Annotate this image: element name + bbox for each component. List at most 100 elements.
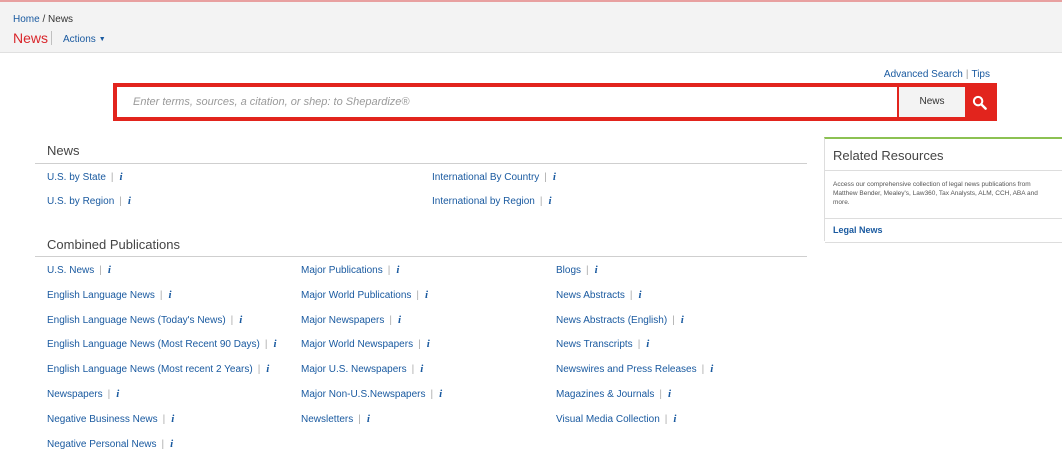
info-icon[interactable]: i — [108, 264, 111, 276]
link-label[interactable]: U.S. by State — [47, 172, 106, 183]
breadcrumb-separator: / — [42, 14, 46, 25]
link-label[interactable]: Major Newspapers — [301, 315, 384, 326]
info-icon[interactable]: i — [710, 363, 713, 375]
panel-divider — [825, 242, 1062, 243]
link-label[interactable]: News Abstracts (English) — [556, 315, 667, 326]
info-icon[interactable]: i — [396, 264, 399, 276]
combined-publications-title: Combined Publications — [47, 237, 180, 252]
link-label[interactable]: Major World Publications — [301, 290, 411, 301]
info-icon[interactable]: i — [239, 314, 242, 326]
link-label[interactable]: English Language News (Most Recent 90 Da… — [47, 339, 260, 350]
search-source-selector[interactable]: News — [899, 87, 965, 117]
link-label[interactable]: U.S. News — [47, 265, 94, 276]
tips-link[interactable]: Tips — [971, 69, 990, 80]
actions-menu-button[interactable]: Actions ▼ — [63, 34, 106, 45]
combined-link-item: Major Publications | i — [301, 264, 400, 276]
combined-link-item: Major World Publications | i — [301, 289, 429, 301]
news-section-divider — [35, 163, 807, 164]
combined-link-item: U.S. News | i — [47, 264, 111, 276]
news-link-international-by-country: International By Country | i — [432, 171, 556, 183]
link-label[interactable]: Visual Media Collection — [556, 414, 660, 425]
info-icon[interactable]: i — [168, 289, 171, 301]
search-links: Advanced Search | Tips — [884, 69, 990, 80]
info-icon[interactable]: i — [425, 289, 428, 301]
panel-divider — [825, 218, 1062, 219]
link-label[interactable]: Major World Newspapers — [301, 339, 413, 350]
advanced-search-link[interactable]: Advanced Search — [884, 69, 963, 80]
link-label[interactable]: Negative Personal News — [47, 439, 157, 450]
link-label[interactable]: Major Non-U.S.Newspapers — [301, 389, 426, 400]
combined-link-item: English Language News | i — [47, 289, 172, 301]
actions-label: Actions — [63, 34, 96, 45]
combined-link-item: Negative Personal News | i — [47, 438, 174, 450]
link-label[interactable]: U.S. by Region — [47, 196, 114, 207]
info-icon[interactable]: i — [120, 171, 123, 183]
info-icon[interactable]: i — [681, 314, 684, 326]
legal-news-link[interactable]: Legal News — [833, 225, 883, 235]
page-header: Home / News News Actions ▼ — [0, 2, 1062, 53]
combined-link-item: News Abstracts | i — [556, 289, 642, 301]
news-link-us-by-region: U.S. by Region | i — [47, 195, 131, 207]
related-resources-description: Access our comprehensive collection of l… — [833, 181, 1038, 206]
link-label[interactable]: English Language News (Today's News) — [47, 315, 226, 326]
info-icon[interactable]: i — [171, 413, 174, 425]
search-button[interactable] — [966, 87, 993, 117]
combined-link-item: News Abstracts (English) | i — [556, 314, 684, 326]
combined-link-item: Negative Business News | i — [47, 413, 175, 425]
link-label[interactable]: Negative Business News — [47, 414, 158, 425]
link-label[interactable]: News Abstracts — [556, 290, 625, 301]
info-icon[interactable]: i — [646, 338, 649, 350]
news-link-international-by-region: International by Region | i — [432, 195, 552, 207]
info-icon[interactable]: i — [398, 314, 401, 326]
info-icon[interactable]: i — [367, 413, 370, 425]
info-icon[interactable]: i — [427, 338, 430, 350]
related-resources-panel: Related Resources Access our comprehensi… — [824, 137, 1062, 243]
info-icon[interactable]: i — [420, 363, 423, 375]
link-label[interactable]: International by Region — [432, 196, 535, 207]
combined-link-item: Magazines & Journals | i — [556, 388, 672, 400]
news-section-title: News — [47, 143, 80, 158]
info-icon[interactable]: i — [673, 413, 676, 425]
magnifier-icon — [972, 95, 987, 110]
link-label[interactable]: Major Publications — [301, 265, 383, 276]
link-label[interactable]: Newswires and Press Releases — [556, 364, 697, 375]
news-link-us-by-state: U.S. by State | i — [47, 171, 123, 183]
info-icon[interactable]: i — [639, 289, 642, 301]
info-icon[interactable]: i — [116, 388, 119, 400]
link-label[interactable]: English Language News — [47, 290, 155, 301]
info-icon[interactable]: i — [553, 171, 556, 183]
page-title: News — [13, 30, 49, 46]
info-icon[interactable]: i — [266, 363, 269, 375]
combined-link-item: English Language News (Today's News) | i — [47, 314, 243, 326]
info-icon[interactable]: i — [170, 438, 173, 450]
combined-link-item: Newswires and Press Releases | i — [556, 363, 714, 375]
info-icon[interactable]: i — [274, 338, 277, 350]
link-label[interactable]: Newsletters — [301, 414, 353, 425]
info-icon[interactable]: i — [595, 264, 598, 276]
link-label[interactable]: Magazines & Journals — [556, 389, 654, 400]
search-bar: News — [113, 83, 997, 121]
link-label[interactable]: International By Country — [432, 172, 539, 183]
breadcrumb-current: News — [48, 14, 74, 25]
link-label[interactable]: Newspapers — [47, 389, 103, 400]
link-label[interactable]: Major U.S. Newspapers — [301, 364, 407, 375]
link-separator: | — [965, 69, 969, 80]
breadcrumb: Home / News — [13, 14, 73, 25]
combined-link-item: News Transcripts | i — [556, 338, 650, 350]
combined-section-divider — [35, 256, 807, 257]
related-resources-title: Related Resources — [833, 148, 944, 163]
title-divider — [51, 31, 52, 45]
combined-link-item: Newspapers | i — [47, 388, 120, 400]
link-label[interactable]: Blogs — [556, 265, 581, 276]
info-icon[interactable]: i — [128, 195, 131, 207]
link-label[interactable]: News Transcripts — [556, 339, 633, 350]
combined-link-item: Major Newspapers | i — [301, 314, 402, 326]
info-icon[interactable]: i — [668, 388, 671, 400]
info-icon[interactable]: i — [439, 388, 442, 400]
info-icon[interactable]: i — [548, 195, 551, 207]
search-input[interactable] — [117, 87, 897, 117]
link-label[interactable]: English Language News (Most recent 2 Yea… — [47, 364, 253, 375]
breadcrumb-home-link[interactable]: Home — [13, 14, 40, 25]
combined-link-item: English Language News (Most Recent 90 Da… — [47, 338, 277, 350]
panel-divider — [825, 170, 1062, 171]
